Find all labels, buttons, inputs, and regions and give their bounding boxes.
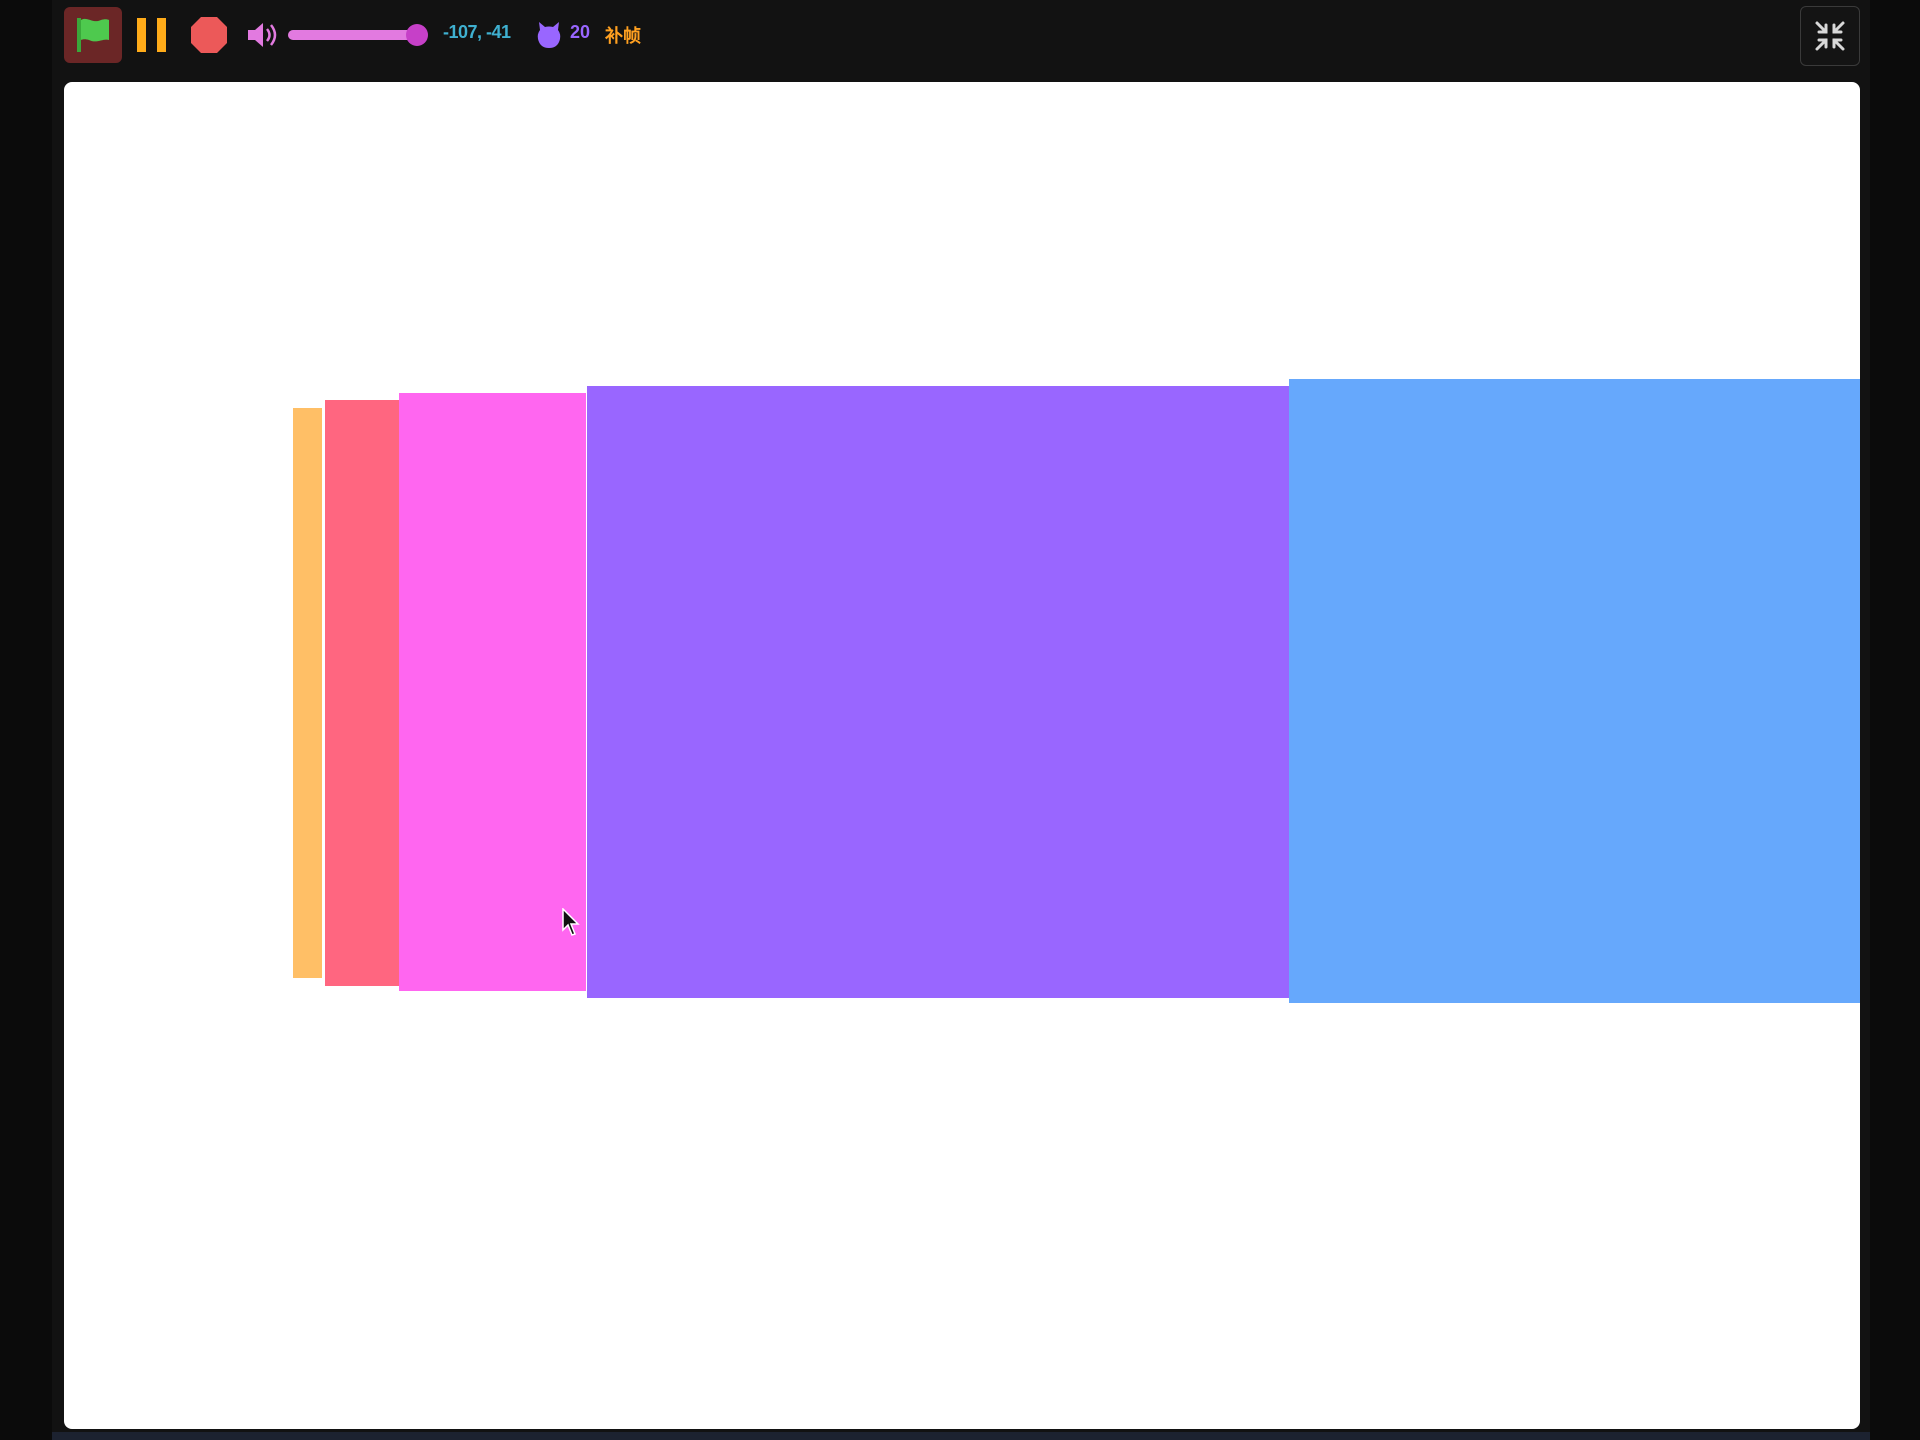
stop-button[interactable] [186, 12, 232, 58]
red-bar [325, 400, 400, 986]
cat-icon [535, 20, 563, 50]
blue-bar [1289, 379, 1860, 1003]
player-frame: -107, -41 20 补帧 [52, 0, 1870, 1440]
sprite-count: 20 [570, 22, 591, 42]
volume-button[interactable] [246, 20, 282, 50]
interpolation-toggle[interactable]: 补帧 [605, 22, 641, 48]
pause-icon [137, 18, 166, 52]
stop-icon [191, 17, 227, 53]
player-toolbar: -107, -41 20 补帧 [52, 0, 1870, 80]
stage-canvas[interactable] [64, 82, 1860, 1429]
bottom-edge [52, 1432, 1870, 1440]
mouse-cursor-icon [562, 908, 580, 936]
volume-slider[interactable] [288, 22, 428, 48]
exit-fullscreen-icon [1815, 21, 1845, 51]
pink-bar [399, 393, 586, 991]
pause-button[interactable] [130, 12, 174, 58]
green-flag-button[interactable] [64, 7, 122, 63]
volume-slider-fill [288, 30, 417, 40]
purple-bar [587, 386, 1289, 998]
speaker-icon [248, 23, 277, 47]
orange-bar [293, 408, 322, 978]
volume-slider-thumb[interactable] [405, 24, 428, 46]
mouse-coordinates: -107, -41 [443, 22, 511, 42]
green-flag-icon [77, 18, 109, 52]
exit-fullscreen-button[interactable] [1800, 6, 1860, 66]
